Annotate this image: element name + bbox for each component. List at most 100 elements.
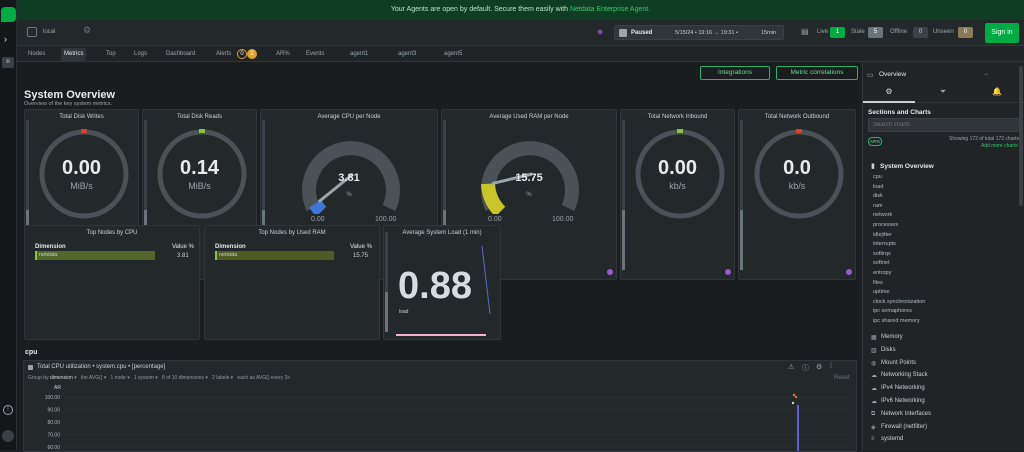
nav-sub-item[interactable]: softirqs bbox=[873, 251, 891, 257]
row-name: netdata bbox=[39, 252, 58, 258]
chart-controls[interactable]: Group by dimension ▾ the AVG() ▾ 1 node … bbox=[28, 375, 290, 381]
nav-sub-item[interactable]: ipc shared memory bbox=[873, 318, 920, 324]
nav-section-item[interactable]: Firewall (netfilter) bbox=[881, 424, 927, 430]
time-aggregation[interactable]: each as AVG() every 2s bbox=[237, 375, 289, 381]
nav-sub-item[interactable]: processes bbox=[873, 222, 898, 228]
value-slider[interactable] bbox=[385, 232, 388, 332]
row-value: 15.75 bbox=[353, 253, 369, 259]
nav-sub-item[interactable]: ram bbox=[873, 203, 882, 209]
y-tick-label: 70.00 bbox=[47, 433, 60, 439]
expand-icon[interactable]: › bbox=[4, 34, 7, 44]
stale-count[interactable]: 5 bbox=[868, 27, 883, 38]
net-outbound-value: 0.0 bbox=[783, 157, 811, 179]
nodes-filter[interactable]: 1 node bbox=[111, 375, 126, 381]
integrations-button[interactable]: Integrations bbox=[700, 66, 770, 80]
nav-section-item[interactable]: systemd bbox=[881, 436, 903, 442]
top-header: local ⚙ ◈ Paused 5/15/24 • 19:16 → 19:31… bbox=[17, 20, 1024, 46]
filter-tab-icon[interactable]: ⏷ bbox=[917, 87, 969, 103]
nav-section-system-overview[interactable]: System Overview bbox=[880, 163, 934, 170]
anomaly-icon[interactable] bbox=[607, 269, 613, 275]
left-rail: › n ! bbox=[0, 0, 17, 450]
scrollbar[interactable] bbox=[1019, 66, 1023, 206]
tab-top[interactable]: Top bbox=[103, 48, 119, 61]
alerts-tab-icon[interactable]: 🔔 bbox=[971, 87, 1023, 103]
help-icon[interactable]: ! bbox=[3, 405, 13, 415]
stale-label: Stale bbox=[851, 29, 865, 35]
settings-gear-icon[interactable]: ⚙ bbox=[83, 25, 91, 36]
anomaly-icon[interactable] bbox=[725, 269, 731, 275]
nav-sub-item[interactable]: network bbox=[873, 212, 892, 218]
anomaly-icon[interactable] bbox=[846, 269, 852, 275]
chart-info-icon[interactable]: ⓘ bbox=[802, 363, 809, 373]
ram-unit: % bbox=[526, 192, 532, 198]
nav-section-item[interactable]: Memory bbox=[881, 334, 903, 340]
section-icon: ◍ bbox=[871, 360, 877, 367]
nodes-icon[interactable]: ▤ bbox=[801, 27, 809, 36]
nav-sub-item[interactable]: entropy bbox=[873, 270, 891, 276]
add-more-charts-link[interactable]: Add more charts bbox=[981, 143, 1018, 149]
load-sparkline bbox=[481, 245, 491, 315]
tab-logs[interactable]: Logs bbox=[131, 48, 150, 61]
cpu-chart-plot[interactable]: 100.0090.0080.0070.0060.0050.00 bbox=[34, 391, 854, 451]
user-avatar-icon[interactable] bbox=[2, 430, 14, 442]
nav-sub-item[interactable]: ipc semaphores bbox=[873, 308, 912, 314]
aggregation[interactable]: the AVG() bbox=[81, 375, 103, 381]
sign-in-button[interactable]: Sign in bbox=[985, 23, 1019, 43]
chart-alert-icon[interactable]: ⚠ bbox=[788, 363, 794, 371]
tab-ar[interactable]: AR% bbox=[273, 48, 293, 61]
shield-icon[interactable]: ◈ bbox=[597, 27, 603, 36]
nav-section-item[interactable]: Networking Stack bbox=[881, 372, 928, 378]
value-slider[interactable] bbox=[622, 120, 625, 270]
tab-dashboard[interactable]: Dashboard bbox=[163, 48, 198, 61]
tab-metrics[interactable]: Metrics bbox=[61, 48, 87, 61]
nav-section-item[interactable]: IPv6 Networking bbox=[881, 398, 925, 404]
chart-drag-icon[interactable]: ⁞ bbox=[830, 363, 832, 370]
alerts-warning-count[interactable]: 2 bbox=[247, 49, 257, 59]
nav-sub-item[interactable]: files bbox=[873, 280, 883, 286]
offline-count[interactable]: 0 bbox=[913, 27, 928, 38]
alerts-critical-count[interactable]: 0 bbox=[237, 49, 247, 59]
tab-agent3[interactable]: agent3 bbox=[395, 48, 419, 61]
metric-correlations-button[interactable]: Metric correlations bbox=[776, 66, 858, 80]
nav-sub-item[interactable]: interrupts bbox=[873, 241, 896, 247]
tab-alerts[interactable]: Alerts bbox=[213, 48, 234, 61]
space-avatar[interactable]: n bbox=[2, 57, 14, 68]
unseen-count[interactable]: 0 bbox=[958, 27, 973, 38]
charts-tab-icon[interactable]: ⚙ bbox=[863, 87, 915, 103]
chart-gear-icon[interactable]: ⚙ bbox=[816, 363, 822, 371]
cpu-unit: % bbox=[346, 192, 352, 198]
nav-section-item[interactable]: Mount Points bbox=[881, 360, 916, 366]
live-count[interactable]: 1 bbox=[830, 27, 845, 38]
netdata-logo[interactable] bbox=[1, 7, 16, 22]
tab-events[interactable]: Events bbox=[303, 48, 327, 61]
banner-link[interactable]: Netdata Enterprise Agent. bbox=[570, 6, 650, 13]
nav-sub-item[interactable]: cpu bbox=[873, 174, 882, 180]
nav-sub-item[interactable]: disk bbox=[873, 193, 883, 199]
tab-nodes[interactable]: Nodes bbox=[25, 48, 48, 61]
labels-filter[interactable]: 2 labels bbox=[212, 375, 229, 381]
nav-section-item[interactable]: Network Interfaces bbox=[881, 411, 931, 417]
time-range-picker[interactable]: Paused 5/15/24 • 19:16 → 19:31 • 15min bbox=[614, 25, 784, 40]
nav-sub-item[interactable]: softnet bbox=[873, 260, 890, 266]
reset-button[interactable]: Reset bbox=[834, 375, 850, 381]
space-name[interactable]: local bbox=[43, 29, 55, 35]
nav-sub-item[interactable]: clock synchronization bbox=[873, 299, 925, 305]
nav-sub-item[interactable]: load bbox=[873, 184, 883, 190]
nav-sub-item[interactable]: uptime bbox=[873, 289, 890, 295]
overview-tab-icon: ▭ bbox=[867, 72, 874, 79]
collapse-icon[interactable]: → bbox=[983, 71, 989, 77]
space-icon[interactable] bbox=[27, 27, 37, 37]
group-by-value[interactable]: dimension bbox=[50, 375, 73, 381]
dimensions-filter[interactable]: 8 of 10 dimensions bbox=[162, 375, 204, 381]
nav-section-item[interactable]: Disks bbox=[881, 347, 896, 353]
chart-search-input[interactable] bbox=[868, 118, 1020, 132]
systems-filter[interactable]: 1 system bbox=[134, 375, 154, 381]
tab-agent1[interactable]: agent1 bbox=[347, 48, 371, 61]
ar-toggle[interactable]: AR% bbox=[868, 137, 882, 146]
card-title: Total Network Inbound bbox=[647, 114, 708, 120]
nav-section-item[interactable]: IPv4 Networking bbox=[881, 385, 925, 391]
nav-sub-item[interactable]: idlejitter bbox=[873, 232, 892, 238]
tab-agent5[interactable]: agent5 bbox=[441, 48, 465, 61]
value-slider[interactable] bbox=[740, 120, 743, 270]
sidebar-tab-title[interactable]: Overview bbox=[879, 71, 906, 78]
